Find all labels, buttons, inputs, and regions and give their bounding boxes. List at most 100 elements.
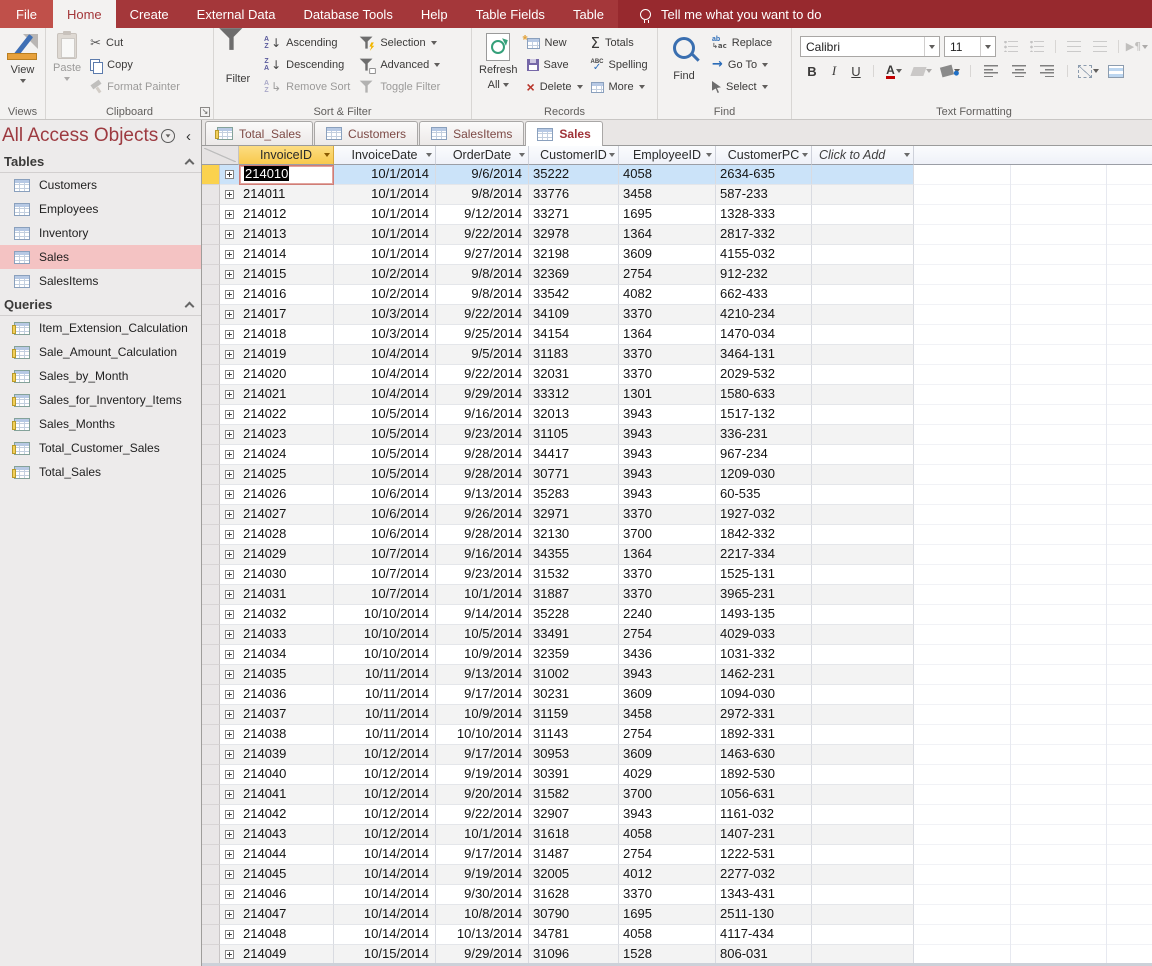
sidebar-item-employees[interactable]: Employees bbox=[0, 197, 201, 221]
cell-customerid[interactable]: 34355 bbox=[529, 545, 619, 565]
row-selector[interactable] bbox=[202, 865, 220, 885]
row-expand-cell[interactable] bbox=[220, 245, 239, 265]
expand-plus-icon[interactable] bbox=[225, 510, 234, 519]
row-selector[interactable] bbox=[202, 545, 220, 565]
cell-orderdate[interactable]: 9/22/2014 bbox=[436, 305, 529, 325]
row-selector[interactable] bbox=[202, 645, 220, 665]
cell-customerid[interactable]: 34109 bbox=[529, 305, 619, 325]
cell-invoiceid[interactable]: 214027 bbox=[239, 505, 334, 525]
cell-invoicedate[interactable]: 10/5/2014 bbox=[334, 405, 436, 425]
row-selector[interactable] bbox=[202, 505, 220, 525]
cell-orderdate[interactable]: 9/13/2014 bbox=[436, 485, 529, 505]
cell-employeeid[interactable]: 3458 bbox=[619, 185, 716, 205]
cell-click-to-add[interactable] bbox=[812, 325, 914, 345]
expand-plus-icon[interactable] bbox=[225, 490, 234, 499]
cell-orderdate[interactable]: 9/22/2014 bbox=[436, 805, 529, 825]
cell-customerpc[interactable]: 3464-131 bbox=[716, 345, 812, 365]
cell-orderdate[interactable]: 9/19/2014 bbox=[436, 765, 529, 785]
expand-plus-icon[interactable] bbox=[225, 870, 234, 879]
cell-employeeid[interactable]: 1364 bbox=[619, 325, 716, 345]
cell-invoicedate[interactable]: 10/5/2014 bbox=[334, 465, 436, 485]
document-tab-salesitems[interactable]: SalesItems bbox=[419, 121, 524, 145]
cell-customerid[interactable]: 31628 bbox=[529, 885, 619, 905]
cell-customerid[interactable]: 31159 bbox=[529, 705, 619, 725]
cell-customerid[interactable]: 33491 bbox=[529, 625, 619, 645]
cell-customerpc[interactable]: 4029-033 bbox=[716, 625, 812, 645]
cell-employeeid[interactable]: 4058 bbox=[619, 825, 716, 845]
cell-employeeid[interactable]: 2754 bbox=[619, 265, 716, 285]
cell-invoicedate[interactable]: 10/11/2014 bbox=[334, 725, 436, 745]
cell-click-to-add[interactable] bbox=[812, 865, 914, 885]
row-selector[interactable] bbox=[202, 365, 220, 385]
cell-orderdate[interactable]: 9/16/2014 bbox=[436, 545, 529, 565]
cell-customerpc[interactable]: 2817-332 bbox=[716, 225, 812, 245]
document-tab-sales[interactable]: Sales bbox=[525, 121, 602, 146]
cell-click-to-add[interactable] bbox=[812, 245, 914, 265]
row-selector[interactable] bbox=[202, 405, 220, 425]
cell-click-to-add[interactable] bbox=[812, 225, 914, 245]
cell-invoicedate[interactable]: 10/11/2014 bbox=[334, 685, 436, 705]
cell-employeeid[interactable]: 3943 bbox=[619, 445, 716, 465]
cell-orderdate[interactable]: 9/17/2014 bbox=[436, 685, 529, 705]
cell-customerpc[interactable]: 1580-633 bbox=[716, 385, 812, 405]
row-expand-cell[interactable] bbox=[220, 565, 239, 585]
expand-plus-icon[interactable] bbox=[225, 550, 234, 559]
cell-employeeid[interactable]: 3370 bbox=[619, 365, 716, 385]
cell-employeeid[interactable]: 3943 bbox=[619, 465, 716, 485]
cell-customerid[interactable]: 31096 bbox=[529, 945, 619, 965]
cell-invoiceid[interactable]: 214031 bbox=[239, 585, 334, 605]
cell-customerid[interactable]: 34417 bbox=[529, 445, 619, 465]
expand-plus-icon[interactable] bbox=[225, 910, 234, 919]
cell-invoiceid[interactable]: 214043 bbox=[239, 825, 334, 845]
cell-invoiceid[interactable]: 214024 bbox=[239, 445, 334, 465]
cell-invoicedate[interactable]: 10/5/2014 bbox=[334, 445, 436, 465]
cell-orderdate[interactable]: 9/28/2014 bbox=[436, 525, 529, 545]
filter-dropdown-icon[interactable] bbox=[519, 153, 525, 157]
cell-invoicedate[interactable]: 10/14/2014 bbox=[334, 925, 436, 945]
cell-orderdate[interactable]: 10/9/2014 bbox=[436, 705, 529, 725]
row-selector[interactable] bbox=[202, 225, 220, 245]
expand-plus-icon[interactable] bbox=[225, 170, 234, 179]
cell-orderdate[interactable]: 10/1/2014 bbox=[436, 585, 529, 605]
advanced-button[interactable]: Advanced bbox=[354, 54, 444, 76]
cell-invoiceid[interactable]: 214047 bbox=[239, 905, 334, 925]
cell-customerid[interactable]: 34154 bbox=[529, 325, 619, 345]
cell-orderdate[interactable]: 10/5/2014 bbox=[436, 625, 529, 645]
cell-click-to-add[interactable] bbox=[812, 345, 914, 365]
cell-orderdate[interactable]: 9/30/2014 bbox=[436, 885, 529, 905]
cell-invoiceid[interactable]: 214022 bbox=[239, 405, 334, 425]
cell-employeeid[interactable]: 1695 bbox=[619, 205, 716, 225]
cell-invoicedate[interactable]: 10/2/2014 bbox=[334, 285, 436, 305]
row-expand-cell[interactable] bbox=[220, 945, 239, 965]
cell-customerid[interactable]: 31183 bbox=[529, 345, 619, 365]
cell-invoicedate[interactable]: 10/10/2014 bbox=[334, 605, 436, 625]
cell-customerid[interactable]: 30790 bbox=[529, 905, 619, 925]
cell-customerid[interactable]: 34781 bbox=[529, 925, 619, 945]
cell-orderdate[interactable]: 10/13/2014 bbox=[436, 925, 529, 945]
cell-employeeid[interactable]: 3943 bbox=[619, 405, 716, 425]
cell-orderdate[interactable]: 9/6/2014 bbox=[436, 165, 529, 185]
ribbon-tab-create[interactable]: Create bbox=[116, 0, 183, 28]
ribbon-tab-help[interactable]: Help bbox=[407, 0, 462, 28]
shutter-close-icon[interactable]: ‹ bbox=[186, 128, 191, 145]
queries-section-header[interactable]: Queries bbox=[0, 293, 201, 316]
find-button[interactable]: Find bbox=[660, 30, 708, 85]
sidebar-item-sales-by-month[interactable]: Sales_by_Month bbox=[0, 364, 201, 388]
row-selector[interactable] bbox=[202, 825, 220, 845]
cell-click-to-add[interactable] bbox=[812, 725, 914, 745]
paragraph-marks-button[interactable]: ▶¶ bbox=[1126, 37, 1148, 57]
cell-click-to-add[interactable] bbox=[812, 385, 914, 405]
cell-invoicedate[interactable]: 10/10/2014 bbox=[334, 645, 436, 665]
row-selector[interactable] bbox=[202, 245, 220, 265]
cell-orderdate[interactable]: 9/22/2014 bbox=[436, 365, 529, 385]
row-expand-cell[interactable] bbox=[220, 485, 239, 505]
cell-invoicedate[interactable]: 10/1/2014 bbox=[334, 185, 436, 205]
tell-me-box[interactable]: Tell me what you want to do bbox=[618, 0, 1152, 28]
remove-sort-button[interactable]: AZ↳ Remove Sort bbox=[260, 76, 354, 98]
cell-employeeid[interactable]: 3609 bbox=[619, 685, 716, 705]
cell-invoicedate[interactable]: 10/5/2014 bbox=[334, 425, 436, 445]
cell-invoiceid[interactable]: 214026 bbox=[239, 485, 334, 505]
cell-orderdate[interactable]: 9/22/2014 bbox=[436, 225, 529, 245]
cell-employeeid[interactable]: 3436 bbox=[619, 645, 716, 665]
row-selector[interactable] bbox=[202, 305, 220, 325]
